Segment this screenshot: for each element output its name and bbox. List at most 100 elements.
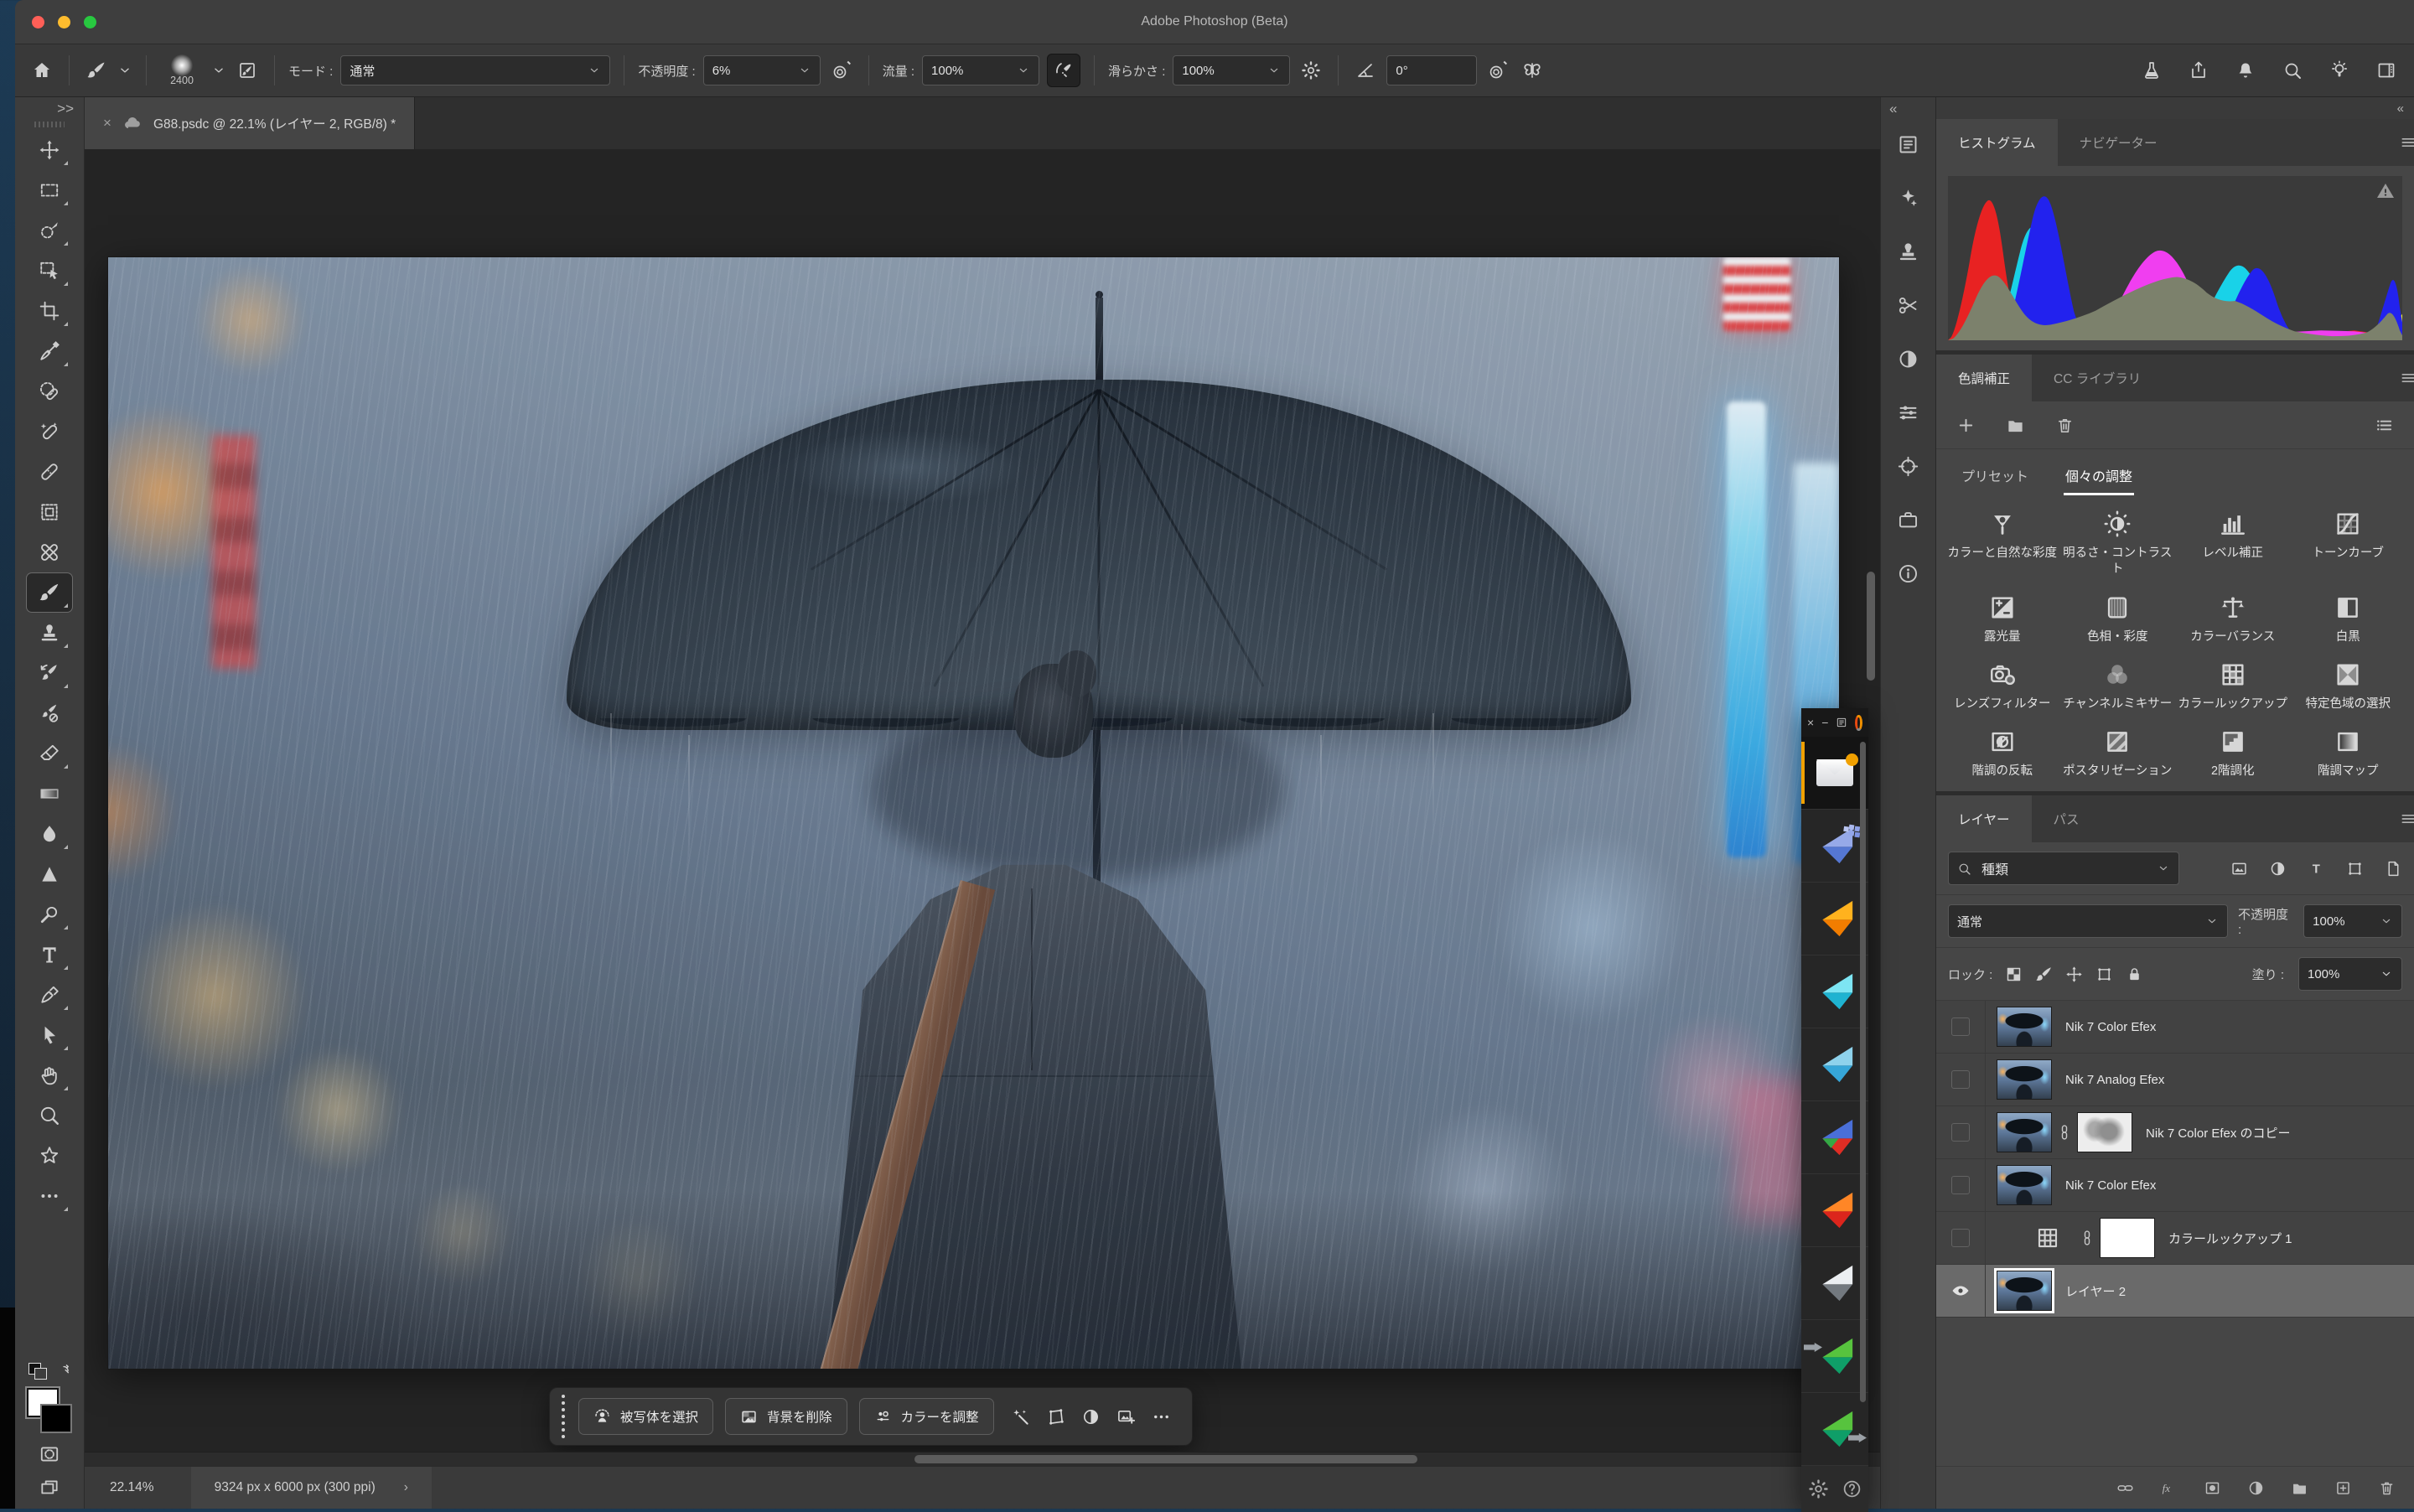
- healing-brush-tool[interactable]: [27, 453, 72, 491]
- gradient-tool[interactable]: [27, 774, 72, 813]
- delete-layer-icon[interactable]: [2378, 1479, 2396, 1497]
- panel-info-icon[interactable]: [1889, 554, 1928, 593]
- layer-row[interactable]: Nik 7 Color Efex のコピー: [1936, 1106, 2414, 1159]
- generative-icon[interactable]: [1006, 1401, 1036, 1432]
- new-adjustment-icon[interactable]: [2247, 1479, 2265, 1497]
- background-color-swatch[interactable]: [40, 1404, 72, 1433]
- new-group-icon[interactable]: [2291, 1479, 2308, 1497]
- shape-tool[interactable]: [27, 1137, 72, 1175]
- minimize-window-button[interactable]: [58, 16, 70, 28]
- move-tool[interactable]: [27, 131, 72, 169]
- layer-fill-select[interactable]: 100%: [2298, 957, 2402, 991]
- nik-sharpener[interactable]: [1801, 1174, 1868, 1247]
- opacity-select[interactable]: 6%: [703, 55, 821, 85]
- layer-thumbnail[interactable]: [1997, 1165, 2052, 1205]
- document-dimensions[interactable]: 9324 px x 6000 px (300 ppi) ›: [191, 1467, 432, 1509]
- layer-opacity-select[interactable]: 100%: [2303, 904, 2402, 938]
- nik-viveza[interactable]: [1801, 1101, 1868, 1174]
- lut-layer-icon[interactable]: [2021, 1225, 2075, 1251]
- add-adjustment-icon[interactable]: [1956, 416, 1976, 435]
- home-icon[interactable]: [28, 57, 55, 84]
- clone-stamp-tool[interactable]: [27, 614, 72, 652]
- brush-tool[interactable]: [27, 573, 72, 612]
- remove-background-button[interactable]: 背景を削除: [725, 1398, 847, 1435]
- zoom-window-button[interactable]: [84, 16, 96, 28]
- adjustment-adj-threshold[interactable]: 2階調化: [2175, 721, 2291, 783]
- blur-tool[interactable]: [27, 815, 72, 853]
- nik-hdr-efex[interactable]: [1801, 1028, 1868, 1101]
- lock-all-icon[interactable]: [2126, 966, 2143, 983]
- nik-color-efex[interactable]: [1801, 955, 1868, 1028]
- layer-name[interactable]: カラールックアップ 1: [2168, 1230, 2292, 1247]
- close-window-button[interactable]: [32, 16, 44, 28]
- smoothing-select[interactable]: 100%: [1173, 55, 1290, 85]
- vertical-scrollbar[interactable]: [1867, 572, 1875, 681]
- adjustment-icon[interactable]: [1076, 1401, 1106, 1432]
- layer-thumbnail[interactable]: [1997, 1059, 2052, 1100]
- adjustment-adj-balance[interactable]: カラーバランス: [2175, 587, 2291, 649]
- lock-move-icon[interactable]: [2065, 966, 2083, 983]
- mask-link-icon[interactable]: [2075, 1230, 2100, 1246]
- type-tool[interactable]: [27, 935, 72, 974]
- new-group-icon[interactable]: [2006, 416, 2025, 435]
- layers-tab-1[interactable]: パス: [2032, 795, 2101, 842]
- lock-paint-icon[interactable]: [2035, 966, 2053, 983]
- toolbar-expand-icon[interactable]: >>: [57, 101, 74, 117]
- add-image-icon[interactable]: [1111, 1401, 1142, 1432]
- object-selection-tool[interactable]: [27, 251, 72, 290]
- document-tab[interactable]: × G88.psdc @ 22.1% (レイヤー 2, RGB/8) *: [85, 97, 415, 149]
- visibility-eye-icon[interactable]: [1950, 1281, 1971, 1301]
- lock-artboard-icon[interactable]: [2095, 966, 2113, 983]
- panel-menu-icon[interactable]: [2399, 810, 2414, 827]
- adjustment-adj-invert[interactable]: 階調の反転: [1945, 721, 2060, 783]
- sharpen-tool[interactable]: [27, 855, 72, 893]
- layer-thumbnail[interactable]: [1997, 1007, 2052, 1047]
- histogram-tab-1[interactable]: ナビゲーター: [2058, 119, 2179, 166]
- add-mask-icon[interactable]: [2204, 1479, 2221, 1497]
- link-layers-icon[interactable]: [2116, 1479, 2134, 1497]
- layer-thumbnail[interactable]: [1997, 1271, 2052, 1311]
- select-subject-button[interactable]: 被写体を選択: [578, 1398, 713, 1435]
- visibility-toggle[interactable]: [1951, 1123, 1970, 1142]
- layer-name[interactable]: Nik 7 Color Efex: [2065, 1020, 2156, 1034]
- panel-menu-icon[interactable]: [2399, 134, 2414, 151]
- more-tools[interactable]: [27, 1177, 72, 1215]
- layer-blend-mode-select[interactable]: 通常: [1948, 904, 2228, 938]
- more-icon[interactable]: [1147, 1401, 1177, 1432]
- layer-filter-select[interactable]: 種類: [1948, 852, 2179, 885]
- adjustment-adj-huesat[interactable]: 色相・彩度: [2060, 587, 2176, 649]
- pressure-size-icon[interactable]: [1484, 57, 1511, 84]
- crop-tool[interactable]: [27, 292, 72, 330]
- adjust-color-button[interactable]: カラーを調整: [859, 1398, 994, 1435]
- mask-link-icon[interactable]: [2052, 1124, 2077, 1141]
- panels-collapse-icon[interactable]: «: [2397, 101, 2404, 116]
- new-layer-icon[interactable]: [2334, 1479, 2352, 1497]
- filter-smart-object-icon[interactable]: [2385, 860, 2402, 878]
- presets-tab-1[interactable]: 個々の調整: [2050, 452, 2147, 499]
- eyedropper-tool[interactable]: [27, 332, 72, 370]
- dock-collapse-icon[interactable]: «: [1889, 101, 1897, 117]
- visibility-toggle[interactable]: [1951, 1176, 1970, 1194]
- panel-clone-source-icon[interactable]: [1889, 447, 1928, 485]
- adjust-tab-1[interactable]: CC ライブラリ: [2032, 355, 2163, 401]
- chevron-down-icon[interactable]: [117, 57, 132, 84]
- adjustment-adj-exposure[interactable]: 露光量: [1945, 587, 2060, 649]
- layer-row[interactable]: カラールックアップ 1: [1936, 1212, 2414, 1265]
- mixer-brush-tool[interactable]: [27, 694, 72, 733]
- nik-close-icon[interactable]: ×: [1807, 716, 1814, 729]
- filter-image-icon[interactable]: [2230, 860, 2248, 878]
- pressure-opacity-icon[interactable]: [828, 57, 855, 84]
- screen-mode-icon[interactable]: [35, 1475, 64, 1500]
- layer-name[interactable]: レイヤー 2: [2065, 1282, 2126, 1300]
- history-brush-tool[interactable]: [27, 654, 72, 692]
- horizontal-scrollbar-track[interactable]: [85, 1452, 1880, 1466]
- panel-scissors-icon[interactable]: [1889, 286, 1928, 324]
- layer-row[interactable]: レイヤー 2: [1936, 1265, 2414, 1318]
- toolbar-grip[interactable]: [34, 122, 65, 127]
- zoom-level[interactable]: 22.14%: [110, 1480, 154, 1495]
- panel-menu-icon[interactable]: [2399, 370, 2414, 386]
- layer-mask-thumbnail[interactable]: [2100, 1218, 2155, 1258]
- adjustment-adj-lens[interactable]: レンズフィルター: [1945, 654, 2060, 716]
- eraser-tool[interactable]: [27, 734, 72, 773]
- adjust-tab-0[interactable]: 色調補正: [1936, 355, 2032, 401]
